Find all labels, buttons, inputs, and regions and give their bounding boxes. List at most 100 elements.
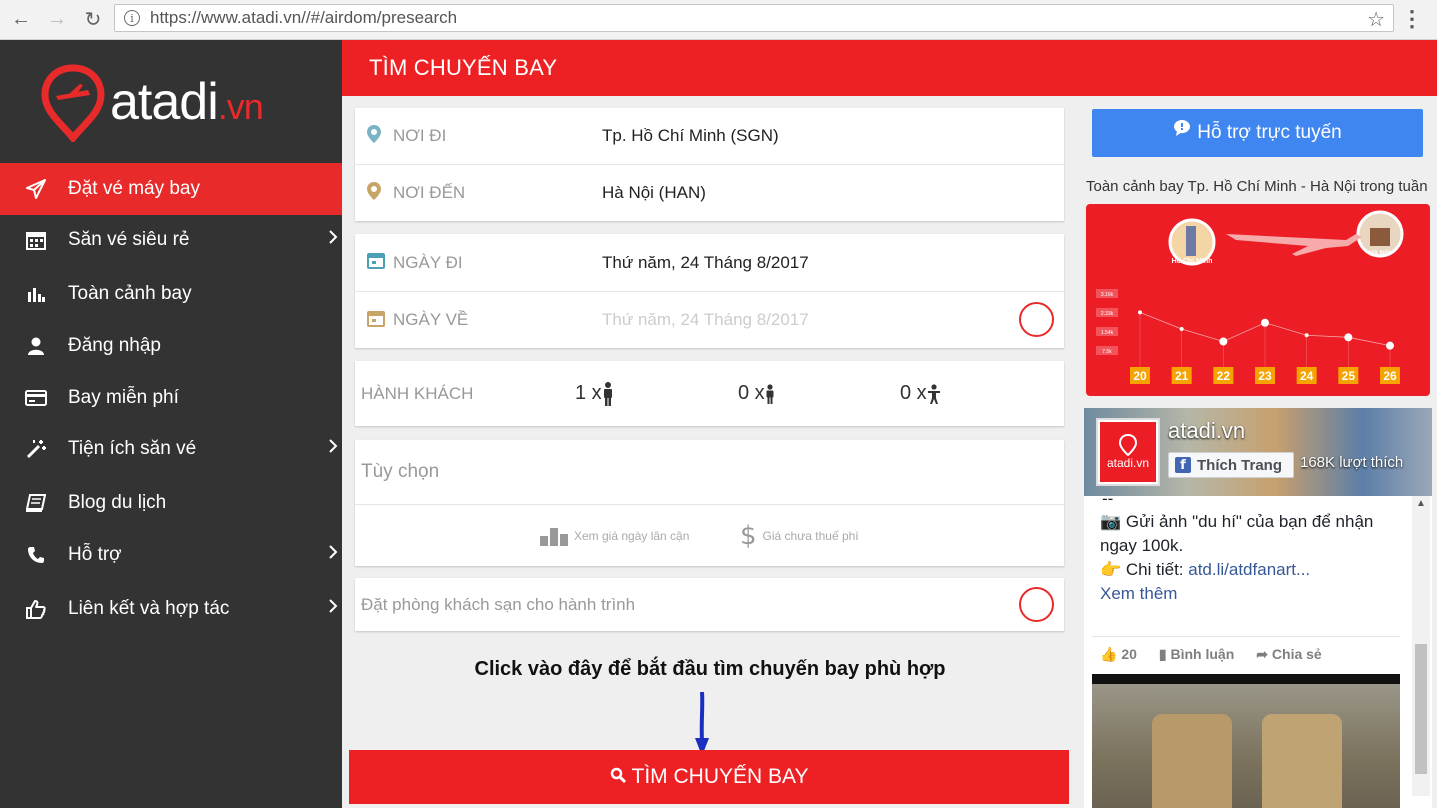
search-form: NƠI ĐI Tp. Hồ Chí Minh (SGN) NƠI ĐẾN Hà …: [342, 96, 1078, 808]
data-point[interactable]: [1179, 327, 1184, 331]
sidebar-item-9[interactable]: Liên kết và hợp tác: [0, 583, 342, 635]
sidebar-item-8[interactable]: Hỗ trợ: [0, 529, 342, 581]
like-page-label: Thích Trang: [1197, 456, 1283, 474]
post-detail-prefix: 👉 Chi tiết:: [1100, 560, 1189, 579]
logo-pin-icon: [41, 64, 105, 142]
post-image-content: [1092, 684, 1400, 808]
search-flights-button[interactable]: TÌM CHUYẾN BAY: [349, 750, 1069, 804]
avatar-inner: atadi.vn: [1100, 422, 1156, 482]
options-toggle[interactable]: Tùy chọn: [355, 440, 1064, 504]
flight-panorama-chart[interactable]: Hồ Chí Minh Hà Nội 3.16k 2.33k 1.54k 7.5k 20…: [1086, 204, 1430, 396]
see-more-link[interactable]: Xem thêm: [1092, 582, 1400, 606]
reload-icon[interactable]: ↻: [78, 5, 108, 35]
infant-count[interactable]: 0 x: [900, 382, 941, 405]
post-dash: --: [1102, 489, 1114, 508]
post-link[interactable]: atd.li/atdfanart...: [1188, 560, 1310, 579]
phone-icon: [23, 546, 49, 564]
dollar-icon: $: [740, 520, 757, 551]
nearby-price-option[interactable]: Xem giá ngày lân cận: [540, 526, 689, 546]
instruction-text: Click vào đây để bắt đầu tìm chuyến bay …: [474, 658, 946, 680]
comment-action[interactable]: ▮ Bình luận: [1159, 642, 1234, 666]
divider: [1092, 636, 1400, 637]
data-point[interactable]: [1261, 318, 1269, 327]
sidebar-item-label: Blog du lịch: [68, 492, 167, 513]
info-icon[interactable]: i: [124, 10, 140, 26]
map-marker-icon: [367, 124, 381, 148]
x-tick-label: 23: [1258, 369, 1272, 383]
forward-icon[interactable]: →: [42, 5, 72, 35]
to-field[interactable]: NƠI ĐẾN Hà Nội (HAN): [355, 165, 1064, 221]
map-marker-icon: [367, 181, 381, 205]
page-title: TÌM CHUYẾN BAY: [342, 40, 1437, 96]
sidebar-item-1[interactable]: Đặt vé máy bay: [0, 163, 342, 215]
adult-count[interactable]: 1 x: [575, 381, 614, 406]
chevron-right-icon[interactable]: [328, 543, 338, 566]
origin-tower-shape: [1186, 226, 1196, 256]
origin-city-label: Hồ Chí Minh: [1172, 256, 1213, 265]
atadi-logo[interactable]: atadi.vn: [40, 62, 300, 142]
nearby-price-label: Xem giá ngày lân cận: [574, 528, 690, 543]
sidebar-item-7[interactable]: Blog du lịch: [0, 477, 342, 529]
sidebar-item-label: Liên kết và hợp tác: [68, 598, 230, 619]
data-point[interactable]: [1344, 333, 1353, 342]
share-action[interactable]: ➦ Chia sẻ: [1256, 642, 1321, 666]
logo-pin-icon: [1118, 434, 1138, 456]
data-point[interactable]: [1304, 333, 1309, 338]
return-label: NGÀY VỀ: [393, 310, 469, 329]
facebook-page-avatar[interactable]: atadi.vn: [1096, 418, 1160, 486]
return-toggle-circle[interactable]: [1019, 302, 1054, 337]
data-point[interactable]: [1138, 310, 1142, 315]
online-support-button[interactable]: Hỗ trợ trực tuyến: [1092, 109, 1423, 157]
from-field[interactable]: NƠI ĐI Tp. Hồ Chí Minh (SGN): [355, 108, 1064, 164]
scroll-up-icon[interactable]: ▲: [1416, 498, 1426, 509]
return-date-field[interactable]: NGÀY VỀ Thứ năm, 24 Tháng 8/2017: [355, 292, 1064, 348]
sidebar-item-6[interactable]: Tiện ích săn vé: [0, 423, 342, 475]
no-tax-price-option[interactable]: $ Giá chưa thuế phí: [740, 521, 859, 551]
x-tick-label: 25: [1342, 369, 1356, 383]
arrow-down-icon: [695, 692, 709, 756]
x-tick-label: 22: [1217, 369, 1231, 383]
data-point[interactable]: [1386, 341, 1394, 350]
chevron-right-icon[interactable]: [328, 437, 338, 460]
chevron-right-icon[interactable]: [328, 597, 338, 620]
hotel-option[interactable]: Đặt phòng khách sạn cho hành trình: [355, 578, 1064, 631]
browser-menu-icon[interactable]: ⋮: [1401, 6, 1423, 32]
sidebar-item-5[interactable]: Bay miễn phí: [0, 372, 342, 424]
sidebar-item-label: Bay miễn phí: [68, 387, 179, 408]
sidebar-item-2[interactable]: Săn vé siêu rẻ: [0, 214, 342, 266]
facebook-post: -- 📷 Gửi ảnh "du hí" của bạn để nhận nga…: [1092, 490, 1400, 808]
post-image[interactable]: [1092, 674, 1400, 808]
y-tick-label: 1.54k: [1101, 330, 1114, 336]
post-text: 📷 Gửi ảnh "du hí" của bạn để nhận ngay 1…: [1100, 512, 1374, 555]
like-action[interactable]: 👍 20: [1100, 642, 1137, 666]
panorama-title: Toàn cảnh bay Tp. Hồ Chí Minh - Hà Nội t…: [1086, 178, 1428, 195]
passenger-row: HÀNH KHÁCH 1 x 0 x 0 x: [355, 361, 1064, 426]
scrollbar-thumb[interactable]: [1415, 644, 1427, 774]
hotel-toggle-circle[interactable]: [1019, 587, 1054, 622]
chart-layer: 3.16k 2.33k 1.54k 7.5k 20 21 22 23 24 25 26: [1096, 289, 1400, 384]
depart-date-field[interactable]: NGÀY ĐI Thứ năm, 24 Tháng 8/2017: [355, 234, 1064, 291]
data-point[interactable]: [1219, 337, 1228, 346]
url-text: https://www.atadi.vn//#/airdom/presearch: [150, 8, 458, 27]
scrollbar[interactable]: ▲: [1412, 496, 1430, 796]
right-panel: Hỗ trợ trực tuyến Toàn cảnh bay Tp. Hồ C…: [1078, 96, 1437, 808]
post-actions: 👍 20 ▮ Bình luận ➦ Chia sẻ: [1100, 642, 1322, 666]
back-icon[interactable]: ←: [6, 5, 36, 35]
sidebar-item-label: Hỗ trợ: [68, 544, 122, 565]
sidebar-item-3[interactable]: Toàn cảnh bay: [0, 268, 342, 320]
facebook-page-name[interactable]: atadi.vn: [1168, 418, 1245, 444]
post-detail: 👉 Chi tiết: atd.li/atdfanart...: [1092, 558, 1400, 582]
airplane-icon: [1226, 234, 1362, 256]
sidebar-item-4[interactable]: Đăng nhập: [0, 320, 342, 372]
bookmark-star-icon[interactable]: ☆: [1367, 7, 1385, 32]
book-icon: [23, 494, 49, 512]
address-bar[interactable]: i https://www.atadi.vn//#/airdom/presear…: [114, 4, 1394, 32]
comment-label: Bình luận: [1170, 646, 1235, 662]
user-icon: [23, 337, 49, 355]
sidebar-item-label: Đặt vé máy bay: [68, 178, 200, 199]
passenger-card: HÀNH KHÁCH 1 x 0 x 0 x: [355, 361, 1064, 426]
calendar-icon: [23, 230, 49, 250]
chevron-right-icon[interactable]: [328, 228, 338, 251]
child-count[interactable]: 0 x: [738, 382, 775, 405]
like-page-button[interactable]: f Thích Trang: [1168, 452, 1294, 478]
